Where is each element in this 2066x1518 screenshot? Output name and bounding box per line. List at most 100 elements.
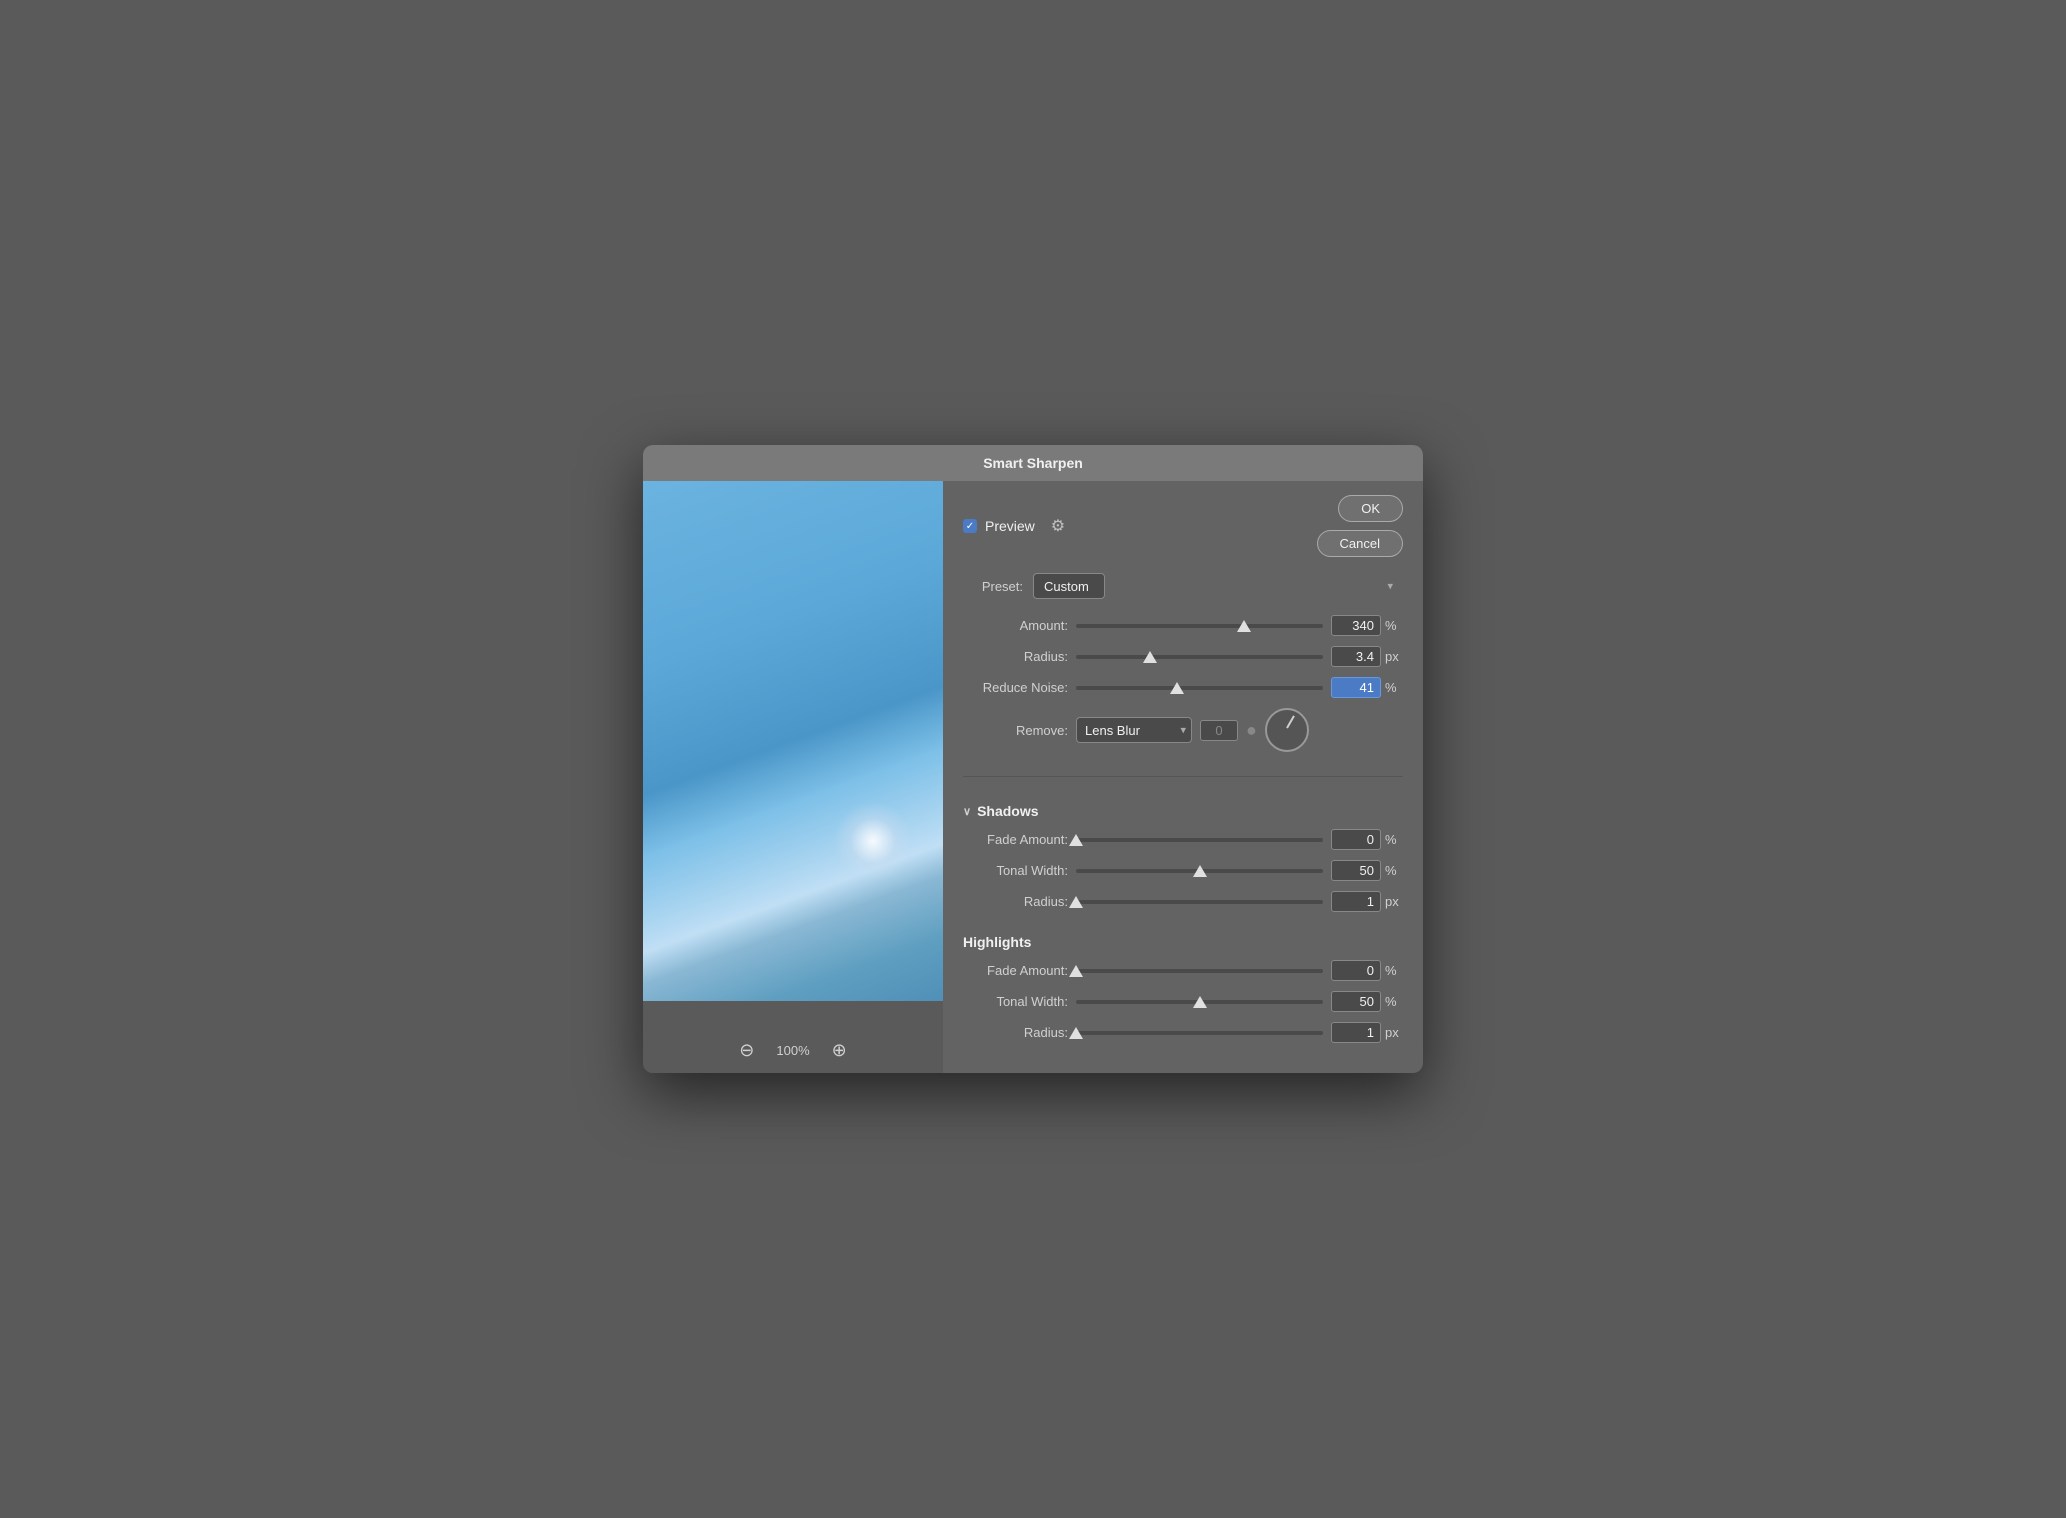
amount-thumb[interactable] (1237, 620, 1251, 632)
shadows-radius-input[interactable] (1331, 891, 1381, 912)
preset-select[interactable]: Custom Default Sharpen (1033, 573, 1105, 599)
highlights-tonal-width-unit: % (1385, 994, 1403, 1009)
shadows-radius-label: Radius: (963, 894, 1068, 909)
amount-input[interactable] (1331, 615, 1381, 636)
shadows-radius-slider[interactable] (1076, 900, 1323, 904)
radius-label: Radius: (963, 649, 1068, 664)
dialog-title: Smart Sharpen (983, 455, 1083, 471)
smart-sharpen-dialog: Smart Sharpen ⊖ 100% ⊕ ✓ Preview (643, 445, 1423, 1073)
highlights-radius-input-wrap: px (1331, 1022, 1403, 1043)
shadows-tonal-width-thumb[interactable] (1193, 865, 1207, 877)
title-bar: Smart Sharpen (643, 445, 1423, 481)
shadows-label: Shadows (977, 803, 1038, 819)
amount-row: Amount: % (963, 615, 1403, 636)
highlights-section-header: Highlights (963, 934, 1403, 950)
amount-unit: % (1385, 618, 1403, 633)
angle-dot-icon: ● (1246, 720, 1257, 741)
controls-panel: ✓ Preview ⚙ OK Cancel Preset: Custom Def… (943, 481, 1423, 1073)
zoom-in-button[interactable]: ⊕ (826, 1038, 853, 1063)
remove-select-wrap: Gaussian Blur Lens Blur Motion Blur ▾ (1076, 717, 1192, 743)
radius-input[interactable] (1331, 646, 1381, 667)
preview-glow (833, 801, 913, 881)
radius-slider[interactable] (1076, 655, 1323, 659)
highlights-fade-amount-unit: % (1385, 963, 1403, 978)
zoom-level: 100% (776, 1043, 809, 1058)
highlights-radius-input[interactable] (1331, 1022, 1381, 1043)
preview-controls: ⊖ 100% ⊕ (733, 1028, 852, 1063)
highlights-radius-unit: px (1385, 1025, 1403, 1040)
angle-wheel[interactable] (1265, 708, 1309, 752)
remove-select[interactable]: Gaussian Blur Lens Blur Motion Blur (1076, 717, 1192, 743)
preview-checkbox[interactable]: ✓ (963, 519, 977, 533)
shadows-tonal-width-slider[interactable] (1076, 869, 1323, 873)
radius-thumb[interactable] (1143, 651, 1157, 663)
preview-panel: ⊖ 100% ⊕ (643, 481, 943, 1073)
shadows-tonal-width-input[interactable] (1331, 860, 1381, 881)
amount-label: Amount: (963, 618, 1068, 633)
shadows-fade-amount-thumb[interactable] (1069, 834, 1083, 846)
reduce-noise-thumb[interactable] (1170, 682, 1184, 694)
highlights-radius-row: Radius: px (963, 1022, 1403, 1043)
highlights-radius-thumb[interactable] (1069, 1027, 1083, 1039)
shadows-fade-amount-input-wrap: % (1331, 829, 1403, 850)
radius-unit: px (1385, 649, 1403, 664)
preview-label: Preview (985, 518, 1035, 534)
reduce-noise-input-wrap: % (1331, 677, 1403, 698)
zoom-out-button[interactable]: ⊖ (733, 1038, 760, 1063)
ok-button[interactable]: OK (1338, 495, 1403, 522)
preset-row: Preset: Custom Default Sharpen ▾ (963, 573, 1403, 599)
reduce-noise-slider[interactable] (1076, 686, 1323, 690)
highlights-fade-amount-input[interactable] (1331, 960, 1381, 981)
cancel-button[interactable]: Cancel (1317, 530, 1403, 557)
shadows-radius-unit: px (1385, 894, 1403, 909)
radius-row: Radius: px (963, 646, 1403, 667)
highlights-fade-amount-input-wrap: % (1331, 960, 1403, 981)
shadows-fade-amount-row: Fade Amount: % (963, 829, 1403, 850)
separator-1 (963, 776, 1403, 777)
amount-input-wrap: % (1331, 615, 1403, 636)
reduce-noise-label: Reduce Noise: (963, 680, 1068, 695)
preview-image[interactable] (643, 481, 943, 1001)
highlights-label: Highlights (963, 934, 1031, 950)
shadows-tonal-width-row: Tonal Width: % (963, 860, 1403, 881)
amount-slider[interactable] (1076, 624, 1323, 628)
highlights-radius-label: Radius: (963, 1025, 1068, 1040)
shadows-fade-amount-label: Fade Amount: (963, 832, 1068, 847)
preview-check-row: ✓ Preview (963, 518, 1035, 534)
highlights-tonal-width-thumb[interactable] (1193, 996, 1207, 1008)
highlights-fade-amount-row: Fade Amount: % (963, 960, 1403, 981)
shadows-fade-amount-input[interactable] (1331, 829, 1381, 850)
remove-label: Remove: (963, 723, 1068, 738)
gear-button[interactable]: ⚙ (1051, 516, 1065, 536)
highlights-tonal-width-input-wrap: % (1331, 991, 1403, 1012)
shadows-radius-thumb[interactable] (1069, 896, 1083, 908)
shadows-fade-amount-unit: % (1385, 832, 1403, 847)
shadows-radius-input-wrap: px (1331, 891, 1403, 912)
remove-row: Remove: Gaussian Blur Lens Blur Motion B… (963, 708, 1403, 752)
highlights-tonal-width-row: Tonal Width: % (963, 991, 1403, 1012)
shadows-section-header: ∨ Shadows (963, 803, 1403, 819)
highlights-tonal-width-input[interactable] (1331, 991, 1381, 1012)
preset-dropdown-arrow-icon: ▾ (1387, 580, 1393, 593)
shadows-radius-row: Radius: px (963, 891, 1403, 912)
highlights-radius-slider[interactable] (1076, 1031, 1323, 1035)
preset-dropdown-wrap: Custom Default Sharpen ▾ (1033, 573, 1403, 599)
shadows-tonal-width-input-wrap: % (1331, 860, 1403, 881)
shadows-arrow-icon: ∨ (963, 805, 971, 818)
shadows-tonal-width-label: Tonal Width: (963, 863, 1068, 878)
highlights-tonal-width-label: Tonal Width: (963, 994, 1068, 1009)
angle-input[interactable] (1200, 720, 1238, 741)
highlights-tonal-width-slider[interactable] (1076, 1000, 1323, 1004)
top-row: ✓ Preview ⚙ OK Cancel (963, 495, 1403, 557)
action-buttons: OK Cancel (1317, 495, 1403, 557)
reduce-noise-row: Reduce Noise: % (963, 677, 1403, 698)
highlights-fade-amount-label: Fade Amount: (963, 963, 1068, 978)
shadows-tonal-width-unit: % (1385, 863, 1403, 878)
radius-input-wrap: px (1331, 646, 1403, 667)
highlights-fade-amount-thumb[interactable] (1069, 965, 1083, 977)
reduce-noise-input[interactable] (1331, 677, 1381, 698)
highlights-fade-amount-slider[interactable] (1076, 969, 1323, 973)
shadows-fade-amount-slider[interactable] (1076, 838, 1323, 842)
preset-label: Preset: (963, 579, 1023, 594)
reduce-noise-unit: % (1385, 680, 1403, 695)
